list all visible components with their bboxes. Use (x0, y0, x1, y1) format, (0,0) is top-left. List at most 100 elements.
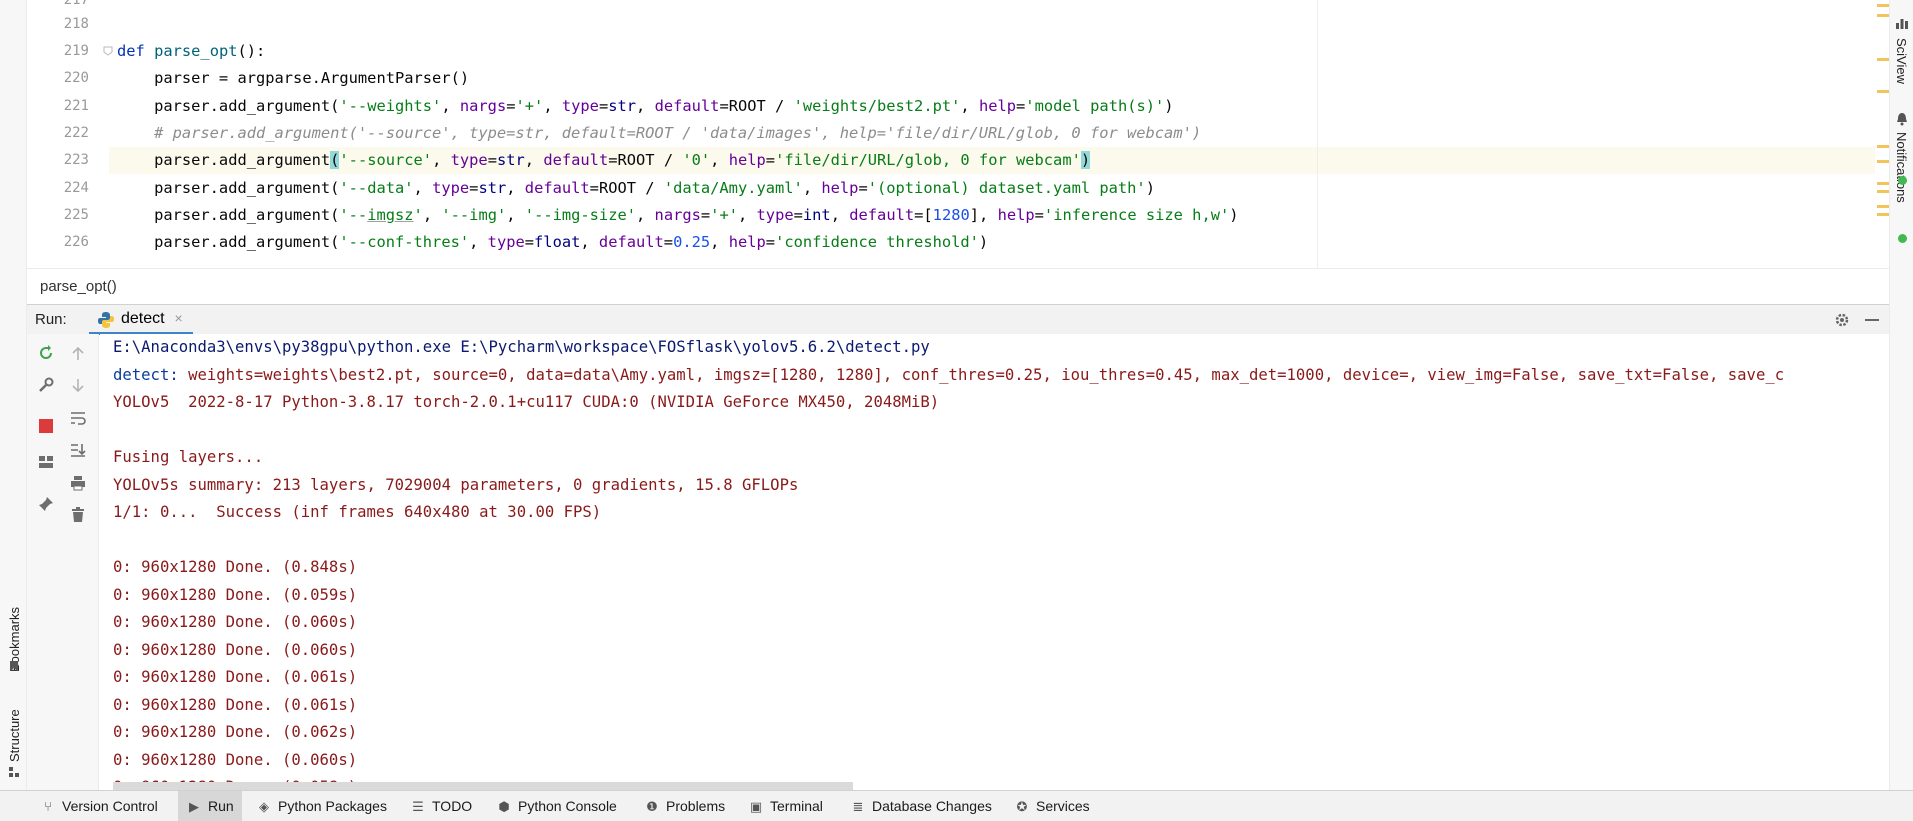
string-literal: 'weights/best2.pt' (793, 97, 961, 115)
bottom-bar-label: Services (1036, 798, 1090, 814)
bottom-bar-label: Problems (666, 798, 726, 814)
python-console-button[interactable]: ⬢ Python Console (496, 791, 617, 821)
version-control-button[interactable]: ⑂ Version Control (40, 791, 158, 821)
matched-brace: ) (1080, 151, 1091, 169)
stripe-mark[interactable] (1877, 4, 1889, 7)
stripe-mark[interactable] (1877, 160, 1889, 163)
terminal-button[interactable]: ▣ Terminal (748, 791, 823, 821)
console-line: 0: 960x1280 Done. (0.848s) (113, 558, 358, 576)
code-line-219[interactable]: def parse_opt(): (117, 38, 265, 65)
code-line-224[interactable]: parser.add_argument('--data', type=str, … (117, 175, 1155, 202)
param-name: type (487, 233, 525, 251)
stripe-mark[interactable] (1877, 58, 1889, 61)
code-text: ) (1164, 97, 1174, 115)
code-line-221[interactable]: parser.add_argument('--weights', nargs='… (117, 93, 1174, 120)
stripe-mark[interactable] (1877, 14, 1889, 17)
code-line-225[interactable]: parser.add_argument('--imgsz', '--img', … (117, 202, 1239, 229)
stripe-mark[interactable] (1877, 90, 1889, 93)
console-line: YOLOv5 2022-8-17 Python-3.8.17 torch-2.0… (113, 393, 940, 411)
bottom-bar-label: Python Console (518, 798, 617, 814)
string-literal: 'file/dir/URL/glob, 0 for webcam' (775, 151, 1081, 169)
minimize-icon[interactable] (1865, 319, 1879, 321)
stripe-mark[interactable] (1877, 145, 1889, 148)
scroll-to-end-icon[interactable] (69, 441, 87, 459)
structure-icon (9, 767, 19, 777)
console-line: E:\Anaconda3\envs\py38gpu\python.exe E:\… (113, 338, 930, 356)
run-toolbar (27, 334, 99, 790)
console-line: Fusing layers... (113, 448, 273, 466)
line-number: 223 (63, 152, 89, 168)
param-name: help (997, 206, 1035, 224)
stripe-mark[interactable] (1877, 190, 1889, 193)
breadcrumb[interactable]: parse_opt() (27, 268, 1889, 304)
arrow-up-icon[interactable] (70, 346, 86, 362)
database-changes-button[interactable]: ≣ Database Changes (850, 791, 992, 821)
fold-marker-icon[interactable] (102, 45, 114, 57)
code-text: , (506, 206, 525, 224)
param-name: default (543, 151, 609, 169)
services-button[interactable]: ✪ Services (1014, 791, 1090, 821)
matched-brace: ( (330, 151, 340, 169)
code-line-222-comment[interactable]: # parser.add_argument('--source', type=s… (117, 120, 1201, 147)
code-text: (): (237, 42, 266, 60)
right-margin-guide (1317, 0, 1318, 268)
close-icon[interactable]: × (174, 310, 182, 326)
notifications-tool-button[interactable]: Notifications (1894, 132, 1909, 203)
line-number: 226 (63, 234, 89, 250)
todo-button[interactable]: ☰ TODO (410, 791, 472, 821)
console-line: 0: 960x1280 Done. (0.060s) (113, 640, 358, 659)
console-line: 0: 960x1280 Done. (0.060s) (113, 613, 358, 631)
console-line: 0: 960x1280 Done. (0.061s) (113, 668, 358, 686)
problems-button[interactable]: ❶ Problems (644, 791, 725, 821)
code-editor[interactable]: 217 218 219 220 221 222 223 224 225 226 … (0, 0, 1913, 268)
pin-icon[interactable] (37, 495, 55, 513)
wrench-icon[interactable] (37, 376, 55, 394)
arrow-down-icon[interactable] (70, 377, 86, 393)
code-text: =ROOT / (608, 151, 683, 169)
stripe-mark[interactable] (1877, 213, 1889, 216)
code-text: parser.add_argument( (117, 179, 340, 197)
code-text: ) (1229, 206, 1239, 224)
line-number-gutter[interactable]: 217 218 219 220 221 222 223 224 225 226 (27, 0, 113, 268)
builtin-type: str (478, 179, 507, 197)
soft-wrap-icon[interactable] (69, 409, 87, 427)
stripe-mark[interactable] (1877, 182, 1889, 185)
gear-icon[interactable] (1833, 311, 1851, 329)
right-tool-strip: SciView Notifications (1889, 0, 1913, 790)
code-line-220[interactable]: parser = argparse.ArgumentParser() (117, 65, 469, 92)
stripe-mark[interactable] (1877, 205, 1889, 208)
bell-icon (1897, 113, 1907, 126)
code-text: parser.add_argument( (117, 97, 340, 115)
trash-icon[interactable] (69, 506, 87, 524)
rerun-icon[interactable] (37, 344, 55, 362)
builtin-type: float (534, 233, 581, 251)
code-line-223[interactable]: parser.add_argument('--source', type=str… (117, 147, 1091, 174)
python-packages-button[interactable]: ◈ Python Packages (256, 791, 387, 821)
run-tab-detect[interactable]: detect × (89, 305, 193, 335)
code-text: , (737, 206, 757, 224)
code-text: = (700, 206, 711, 224)
line-number: 222 (63, 125, 89, 141)
sciview-tool-button[interactable]: SciView (1894, 38, 1909, 84)
notification-dot (1898, 234, 1907, 243)
code-text: = (1034, 206, 1044, 224)
run-button[interactable]: ▶ Run (178, 791, 242, 821)
string-literal: '--img-size' (524, 206, 636, 224)
print-icon[interactable] (69, 474, 87, 492)
layout-icon[interactable] (37, 453, 55, 471)
error-stripe[interactable] (1875, 0, 1889, 268)
string-literal: '--data' (339, 179, 414, 197)
string-literal: 'inference size h,w' (1043, 206, 1230, 224)
breadcrumb-item[interactable]: parse_opt() (40, 278, 117, 295)
python-icon (98, 312, 114, 328)
line-number: 218 (63, 16, 89, 32)
code-line-226[interactable]: parser.add_argument('--conf-thres', type… (117, 229, 988, 256)
console-output[interactable]: E:\Anaconda3\envs\py38gpu\python.exe E:\… (100, 334, 1889, 790)
code-text: , (469, 233, 488, 251)
bottom-bar-label: Python Packages (278, 798, 387, 814)
stop-icon[interactable] (39, 419, 53, 433)
code-text: , (802, 179, 822, 197)
run-panel-header: Run: detect × (27, 304, 1889, 335)
horizontal-scrollbar[interactable] (113, 782, 853, 790)
structure-tool-button[interactable]: Structure (7, 709, 22, 762)
